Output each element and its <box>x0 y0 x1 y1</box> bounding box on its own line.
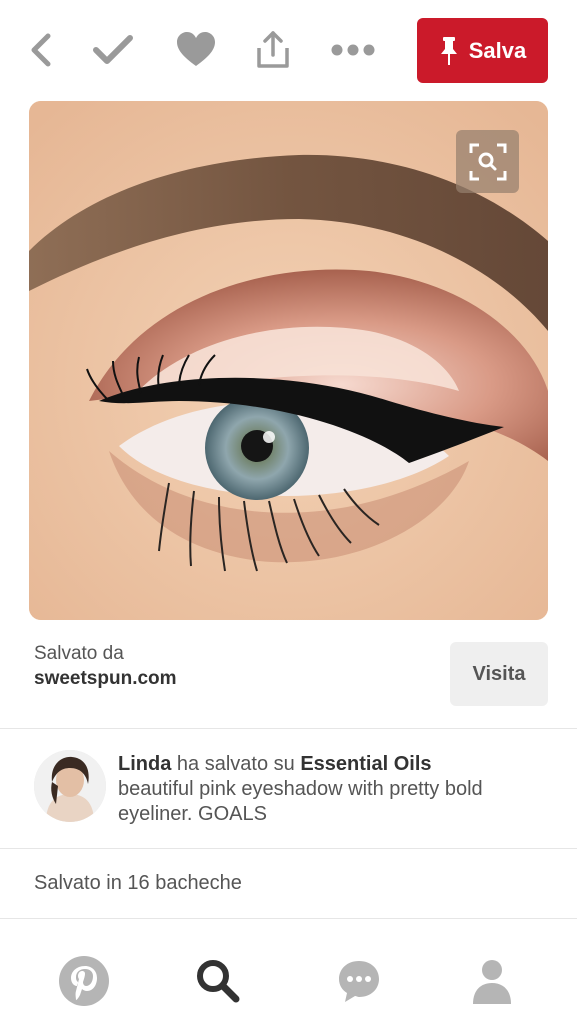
avatar[interactable] <box>34 750 106 822</box>
source-domain-link[interactable]: sweetspun.com <box>34 666 177 692</box>
divider <box>0 918 577 919</box>
back-icon[interactable] <box>18 28 62 72</box>
top-toolbar: Salva <box>0 0 577 100</box>
divider <box>0 728 577 729</box>
pin-image[interactable] <box>29 101 548 620</box>
check-icon[interactable] <box>91 28 135 72</box>
save-button-label: Salva <box>468 37 527 63</box>
boards-count[interactable]: Salvato in 16 bacheche <box>34 872 242 895</box>
heart-icon[interactable] <box>174 28 218 72</box>
source-info: Salvato da sweetspun.com <box>34 642 177 692</box>
activity-user[interactable]: Linda <box>118 753 171 775</box>
visual-search-icon <box>469 143 506 180</box>
pin-icon <box>440 36 457 65</box>
divider <box>0 848 577 849</box>
activity-text: Linda ha salvato su Essential Oils beaut… <box>118 752 538 827</box>
saved-from-label: Salvato da <box>34 643 124 664</box>
activity-board[interactable]: Essential Oils <box>300 753 431 775</box>
profile-icon[interactable] <box>464 953 520 1009</box>
pinterest-icon[interactable] <box>56 953 112 1009</box>
activity-action: ha salvato su <box>176 753 295 775</box>
share-icon[interactable] <box>251 28 295 72</box>
more-icon[interactable] <box>331 28 375 72</box>
visual-search-button[interactable] <box>456 130 519 193</box>
activity-description: beautiful pink eyeshadow with pretty bol… <box>118 778 483 825</box>
save-button[interactable]: Salva <box>417 18 548 83</box>
messages-icon[interactable] <box>331 953 387 1009</box>
search-icon[interactable] <box>190 953 246 1009</box>
visit-button[interactable]: Visita <box>450 642 548 706</box>
bottom-nav <box>0 935 577 1024</box>
